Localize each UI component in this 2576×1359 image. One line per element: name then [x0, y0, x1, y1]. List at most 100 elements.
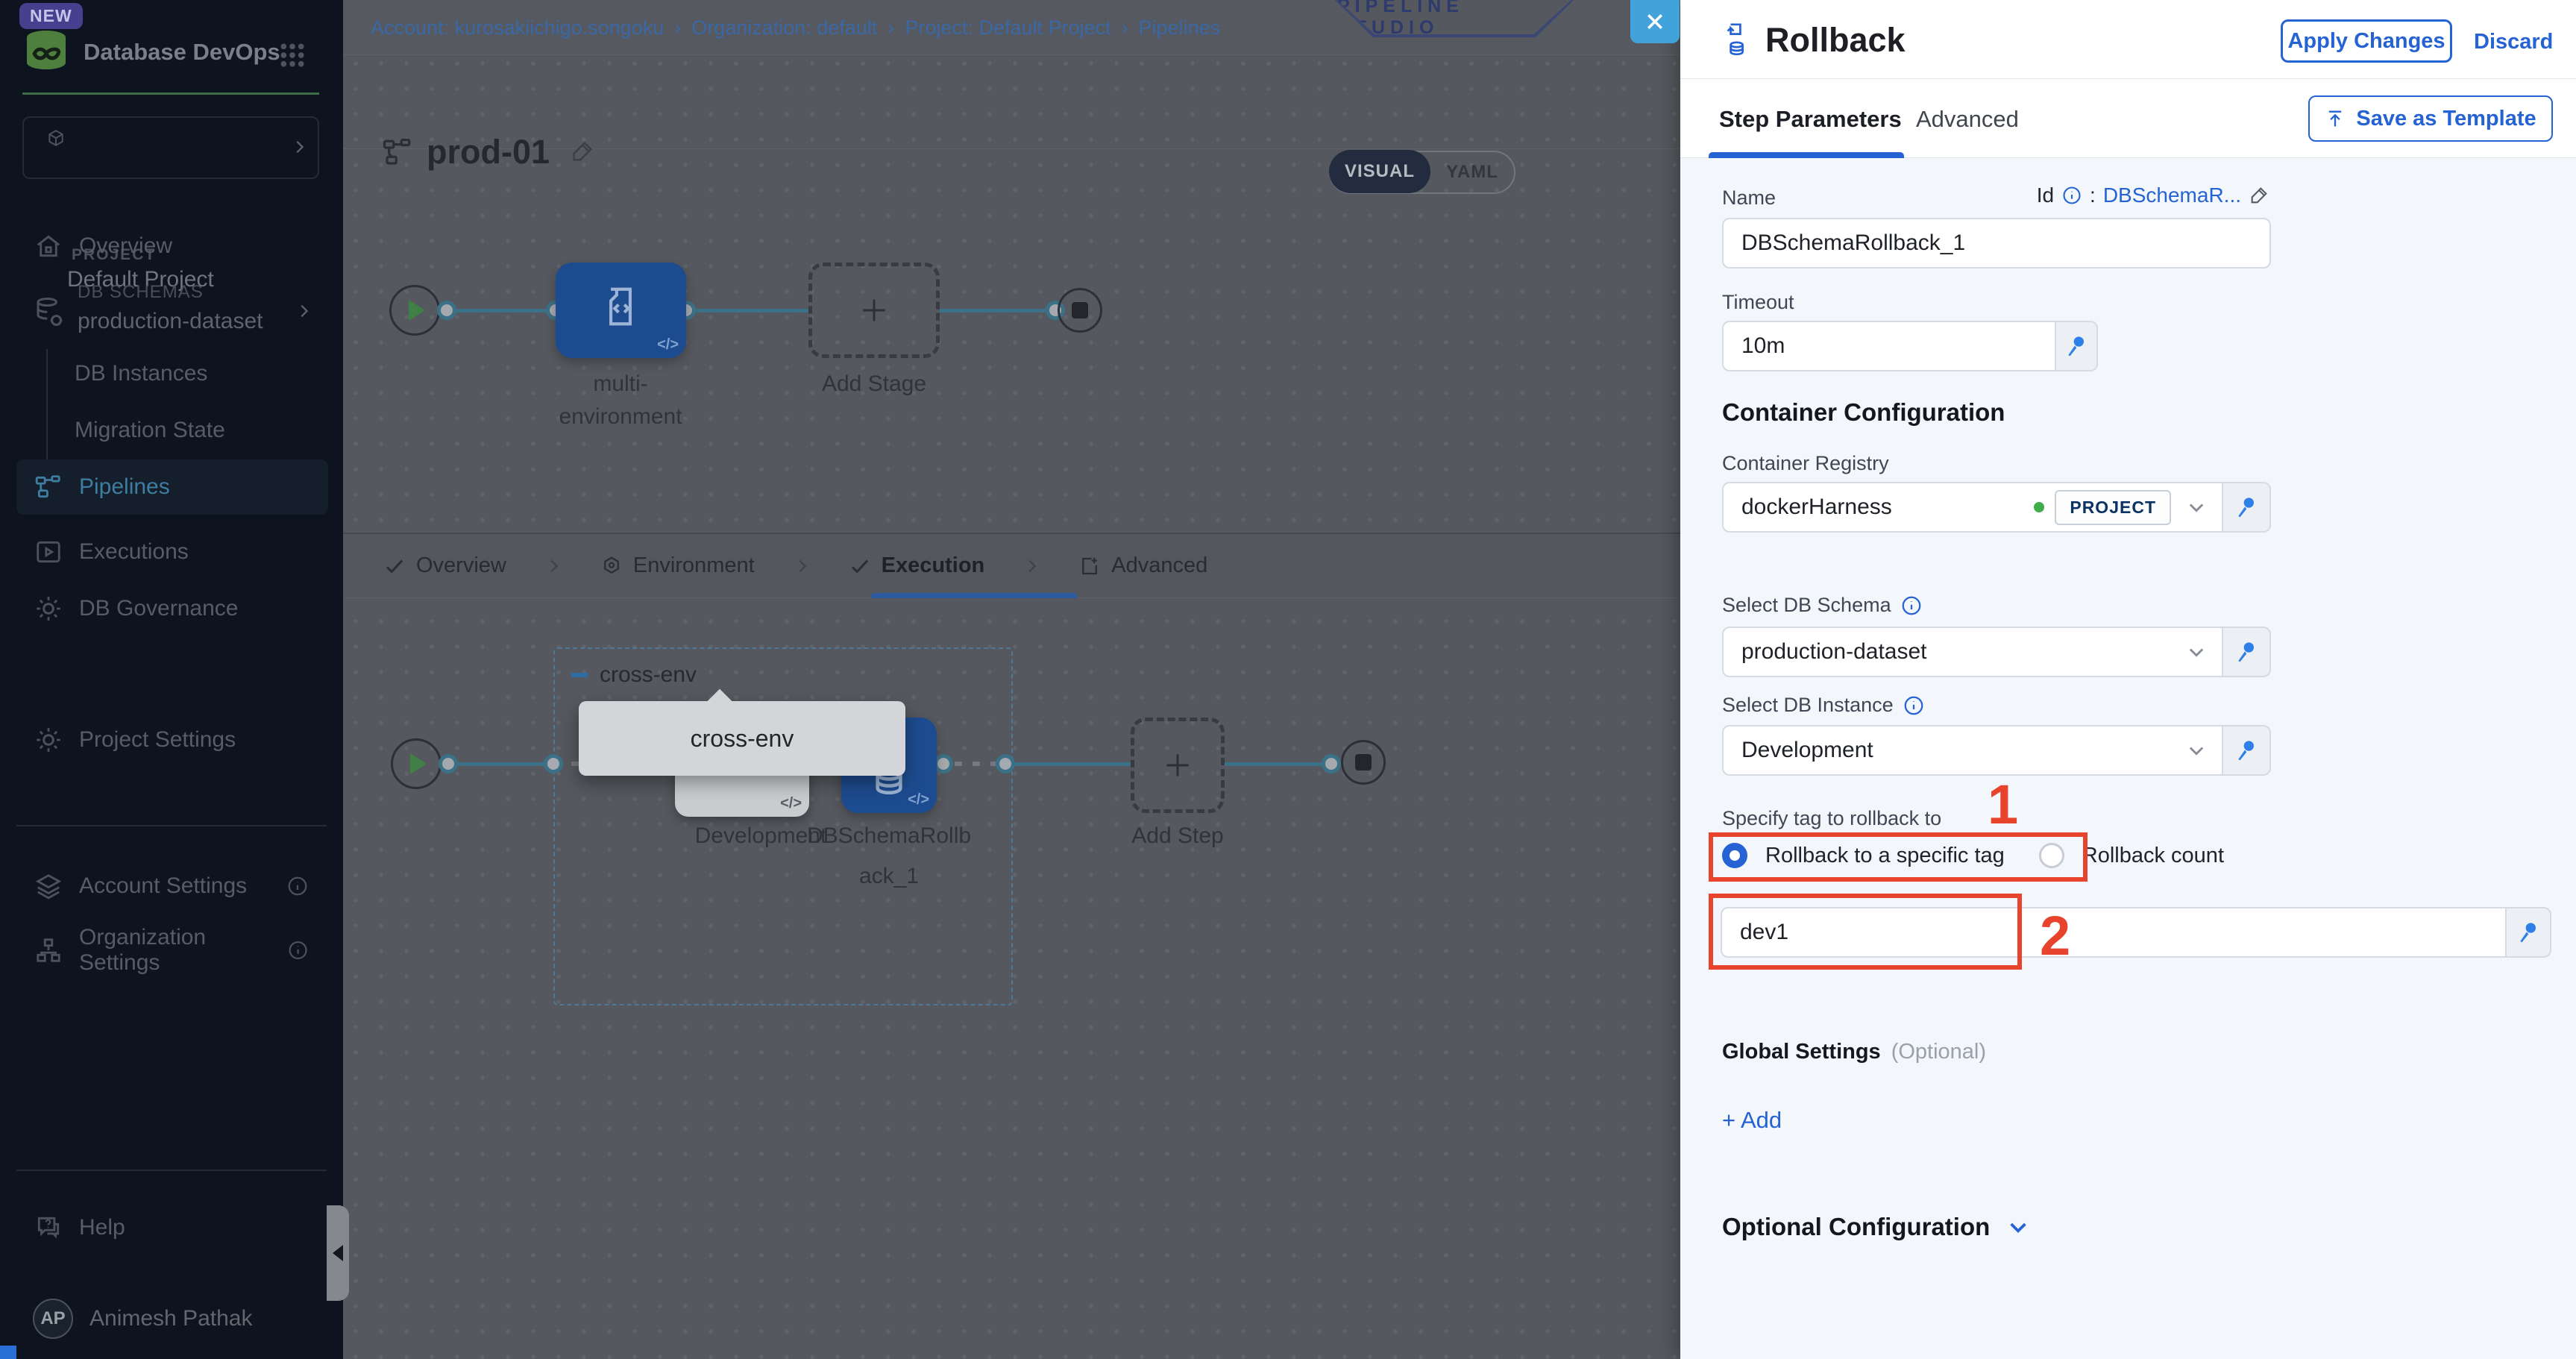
- tab-overview[interactable]: Overview: [383, 553, 506, 578]
- pipeline-canvas[interactable]: Account: kurosakiichigo.songoku › Organi…: [343, 0, 1680, 1359]
- apply-changes-button[interactable]: Apply Changes: [2281, 19, 2452, 63]
- check-icon: [849, 555, 871, 577]
- add-stage-label[interactable]: Add Stage: [799, 371, 949, 397]
- info-icon[interactable]: [2061, 185, 2082, 206]
- add-global-setting-link[interactable]: + Add: [1722, 1107, 1782, 1134]
- sidebar-item-help[interactable]: Help: [0, 1201, 343, 1255]
- info-icon[interactable]: [1903, 694, 1925, 717]
- info-icon[interactable]: [1900, 594, 1923, 617]
- active-tab-underline: [1709, 152, 1904, 158]
- sidebar-item-organization-settings[interactable]: Organization Settings: [0, 923, 343, 977]
- tab-execution[interactable]: Execution: [849, 553, 985, 578]
- tab-advanced-panel[interactable]: Advanced: [1916, 106, 2019, 133]
- chevron-down-icon[interactable]: [2186, 497, 2207, 518]
- sidebar-item-pipelines[interactable]: Pipelines: [0, 460, 343, 514]
- settings-gear-icon: [34, 726, 63, 754]
- sidebar-item-overview[interactable]: Overview: [0, 219, 343, 273]
- tab-environment[interactable]: Environment: [600, 553, 755, 578]
- visual-yaml-toggle[interactable]: VISUAL YAML: [1329, 151, 1515, 194]
- discard-button[interactable]: Discard: [2474, 30, 2553, 54]
- radio-rollback-count-label[interactable]: Rollback count: [2082, 844, 2224, 868]
- avatar[interactable]: AP: [33, 1299, 73, 1339]
- breadcrumb-account[interactable]: Account: kurosakiichigo.songoku: [371, 16, 664, 40]
- pipeline-name: prod-01: [427, 133, 550, 172]
- rollback-step-drawer: Rollback Apply Changes Discard Step Para…: [1680, 0, 2576, 1359]
- drawer-title: Rollback: [1765, 21, 1906, 60]
- chevron-down-icon[interactable]: [2186, 740, 2207, 761]
- environment-icon: [600, 555, 623, 577]
- registry-pin-button[interactable]: [2223, 482, 2271, 533]
- stage-connector: [444, 309, 556, 313]
- container-registry-select[interactable]: dockerHarness PROJECT: [1722, 482, 2223, 533]
- home-icon: [34, 232, 63, 260]
- breadcrumb-separator: ›: [1122, 16, 1128, 40]
- execution-start-node: [391, 738, 442, 789]
- scope-badge: PROJECT: [2055, 490, 2171, 525]
- plus-icon: [858, 294, 890, 327]
- step-group-header[interactable]: cross-env: [571, 662, 697, 688]
- info-icon: [286, 875, 309, 897]
- save-template-icon: [2325, 108, 2346, 129]
- sidebar-item-executions[interactable]: Executions: [0, 525, 343, 579]
- add-step-button[interactable]: [1131, 718, 1225, 813]
- db-instance-select[interactable]: Development: [1722, 725, 2223, 776]
- sidebar-item-db-instances[interactable]: DB Instances: [75, 361, 207, 386]
- sidebar-collapse-handle[interactable]: [327, 1205, 349, 1301]
- sidebar-item-db-schemas[interactable]: DB SCHEMAS production-dataset: [0, 276, 343, 358]
- toggle-yaml[interactable]: YAML: [1430, 162, 1514, 183]
- tab-step-parameters[interactable]: Step Parameters: [1719, 106, 1902, 133]
- sidebar-item-migration-state[interactable]: Migration State: [75, 418, 225, 443]
- pin-icon: [2234, 495, 2258, 519]
- breadcrumb-project[interactable]: Project: Default Project: [905, 16, 1110, 40]
- sidebar-item-db-governance[interactable]: DB Governance: [0, 582, 343, 635]
- sidebar-item-account-settings[interactable]: Account Settings: [0, 859, 343, 913]
- code-icon: </>: [657, 336, 679, 354]
- timeout-field: [1722, 321, 2098, 371]
- timeout-pin-button[interactable]: [2056, 321, 2098, 371]
- optional-configuration-toggle[interactable]: Optional Configuration: [1722, 1213, 2030, 1241]
- add-step-label[interactable]: Add Step: [1103, 823, 1252, 849]
- optional-configuration-label: Optional Configuration: [1722, 1213, 1990, 1241]
- edit-id-icon[interactable]: [2249, 185, 2269, 206]
- timeout-input[interactable]: [1722, 321, 2056, 371]
- connector-port: [544, 754, 563, 773]
- stage-node-multi-environment[interactable]: </>: [556, 263, 686, 358]
- step-label-rollback-line1: DBSchemaRollb: [792, 823, 986, 849]
- db-schema-icon: [33, 295, 64, 330]
- global-settings-row: Global Settings (Optional): [1722, 1040, 1986, 1064]
- container-registry-field[interactable]: dockerHarness PROJECT: [1722, 482, 2271, 533]
- global-settings-optional: (Optional): [1891, 1040, 1986, 1064]
- schema-pin-button[interactable]: [2223, 627, 2271, 677]
- tag-pin-button[interactable]: [2507, 907, 2551, 958]
- chevron-right-icon: [291, 139, 307, 155]
- collapse-group-icon[interactable]: [571, 673, 588, 677]
- close-drawer-button[interactable]: [1630, 0, 1680, 43]
- sidebar-item-project-settings[interactable]: Project Settings: [0, 713, 343, 767]
- edit-pipeline-icon[interactable]: [570, 139, 595, 164]
- pin-icon: [2064, 334, 2088, 358]
- chevron-down-icon[interactable]: [2186, 641, 2207, 662]
- breadcrumb-org[interactable]: Organization: default: [691, 16, 877, 40]
- save-as-template-button[interactable]: Save as Template: [2308, 95, 2553, 142]
- name-input[interactable]: [1722, 218, 2271, 269]
- user-menu[interactable]: AP Animesh Pathak: [0, 1292, 343, 1346]
- bottom-accent-bar: [0, 1346, 16, 1359]
- db-instance-field[interactable]: Development: [1722, 725, 2271, 776]
- governance-gear-icon: [34, 594, 63, 623]
- add-stage-button[interactable]: [808, 263, 940, 358]
- close-icon: [1644, 10, 1666, 33]
- tooltip-text: cross-env: [691, 725, 794, 753]
- project-selector[interactable]: PROJECT Default Project: [22, 116, 319, 179]
- play-icon: [409, 300, 425, 321]
- plus-icon: [1161, 749, 1194, 782]
- help-chat-icon: [34, 1214, 63, 1242]
- db-schema-field[interactable]: production-dataset: [1722, 627, 2271, 677]
- chevron-right-icon: [295, 303, 312, 319]
- toggle-visual[interactable]: VISUAL: [1329, 150, 1430, 193]
- tab-advanced[interactable]: Advanced: [1078, 553, 1207, 578]
- org-tree-icon: [34, 936, 63, 964]
- app-grid-icon[interactable]: [277, 40, 307, 70]
- breadcrumb-pipelines[interactable]: Pipelines: [1139, 16, 1221, 40]
- instance-pin-button[interactable]: [2223, 725, 2271, 776]
- db-schema-select[interactable]: production-dataset: [1722, 627, 2223, 677]
